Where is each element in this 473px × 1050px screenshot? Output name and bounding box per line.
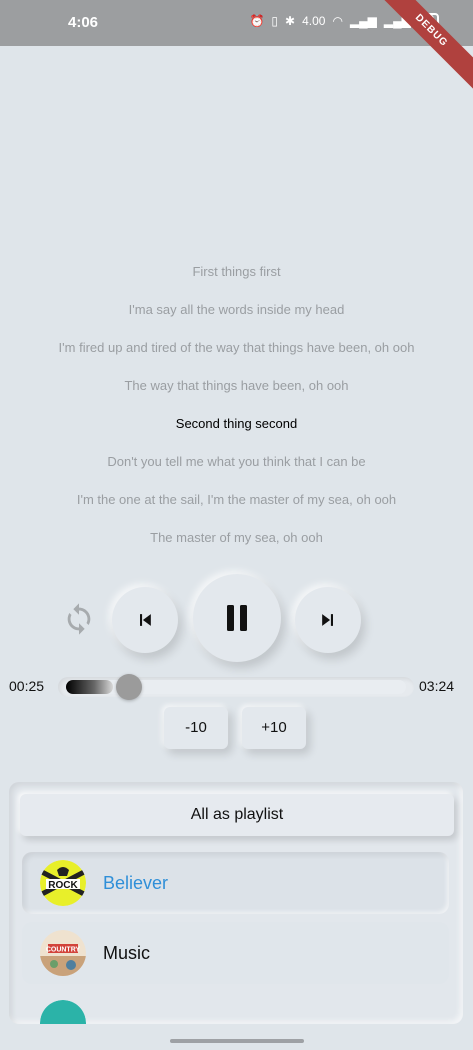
previous-button[interactable] bbox=[112, 587, 178, 653]
progress-thumb[interactable] bbox=[116, 674, 143, 700]
repeat-icon[interactable] bbox=[62, 602, 96, 636]
pause-icon bbox=[227, 605, 247, 631]
lyric-line: I'm fired up and tired of the way that t… bbox=[58, 340, 415, 355]
svg-text:COUNTRY: COUNTRY bbox=[46, 947, 81, 954]
song-item-believer[interactable]: ROCK Believer bbox=[22, 852, 449, 914]
pause-button[interactable] bbox=[193, 574, 281, 662]
bluetooth-icon: ✱ bbox=[285, 14, 296, 28]
lyric-line: Don't you tell me what you think that I … bbox=[107, 454, 366, 469]
home-indicator[interactable] bbox=[170, 1039, 304, 1043]
progress-slider[interactable] bbox=[58, 674, 414, 700]
rock-cover: ROCK bbox=[40, 860, 86, 906]
country-cover: COUNTRY bbox=[40, 930, 86, 976]
status-time: 4:06 bbox=[68, 14, 99, 31]
current-time: 00:25 bbox=[9, 678, 45, 694]
status-bar: 4:06 ⏰ ▯ ✱ 4.00 ◠ ▂▄▆ ▂▄▆ 60 DEBUG bbox=[0, 0, 473, 96]
skip-next-icon bbox=[322, 614, 333, 626]
signal-icon: ▂▄▆ bbox=[349, 14, 377, 28]
forward-10-button[interactable]: +10 bbox=[242, 707, 306, 749]
progress-fill bbox=[66, 680, 114, 694]
wifi-icon: ◠ bbox=[332, 14, 343, 28]
progress-row: 00:25 03:24 bbox=[0, 674, 473, 700]
song-item-music[interactable]: COUNTRY Music bbox=[22, 922, 449, 984]
lyric-line-current: Second thing second bbox=[175, 416, 298, 431]
net-speed: 4.00 bbox=[302, 14, 326, 28]
vibrate-icon: ▯ bbox=[271, 14, 279, 28]
player-controls bbox=[0, 574, 473, 666]
all-as-playlist-button[interactable]: All as playlist bbox=[20, 794, 454, 836]
lyrics-list: First things first I'ma say all the word… bbox=[0, 264, 473, 568]
progress-track bbox=[66, 674, 406, 700]
lyric-line: The master of my sea, oh ooh bbox=[150, 530, 323, 545]
skip-previous-icon bbox=[140, 614, 151, 626]
lyric-line: First things first bbox=[192, 264, 281, 279]
song-title: Believer bbox=[103, 872, 169, 893]
lyric-line: I'm the one at the sail, I'm the master … bbox=[76, 492, 397, 507]
song-item-3[interactable] bbox=[22, 992, 449, 1024]
lyric-line: I'ma say all the words inside my head bbox=[128, 302, 345, 317]
playlist-panel: All as playlist ROCK Believer COUNTRY Mu… bbox=[9, 782, 463, 1024]
rewind-10-button[interactable]: -10 bbox=[164, 707, 228, 749]
alarm-icon: ⏰ bbox=[249, 14, 265, 28]
song-title: Music bbox=[103, 942, 151, 963]
teal-cover bbox=[40, 1000, 86, 1024]
lyric-line: The way that things have been, oh ooh bbox=[124, 378, 349, 393]
next-button[interactable] bbox=[295, 587, 361, 653]
total-time: 03:24 bbox=[419, 678, 455, 694]
svg-text:ROCK: ROCK bbox=[48, 880, 78, 891]
